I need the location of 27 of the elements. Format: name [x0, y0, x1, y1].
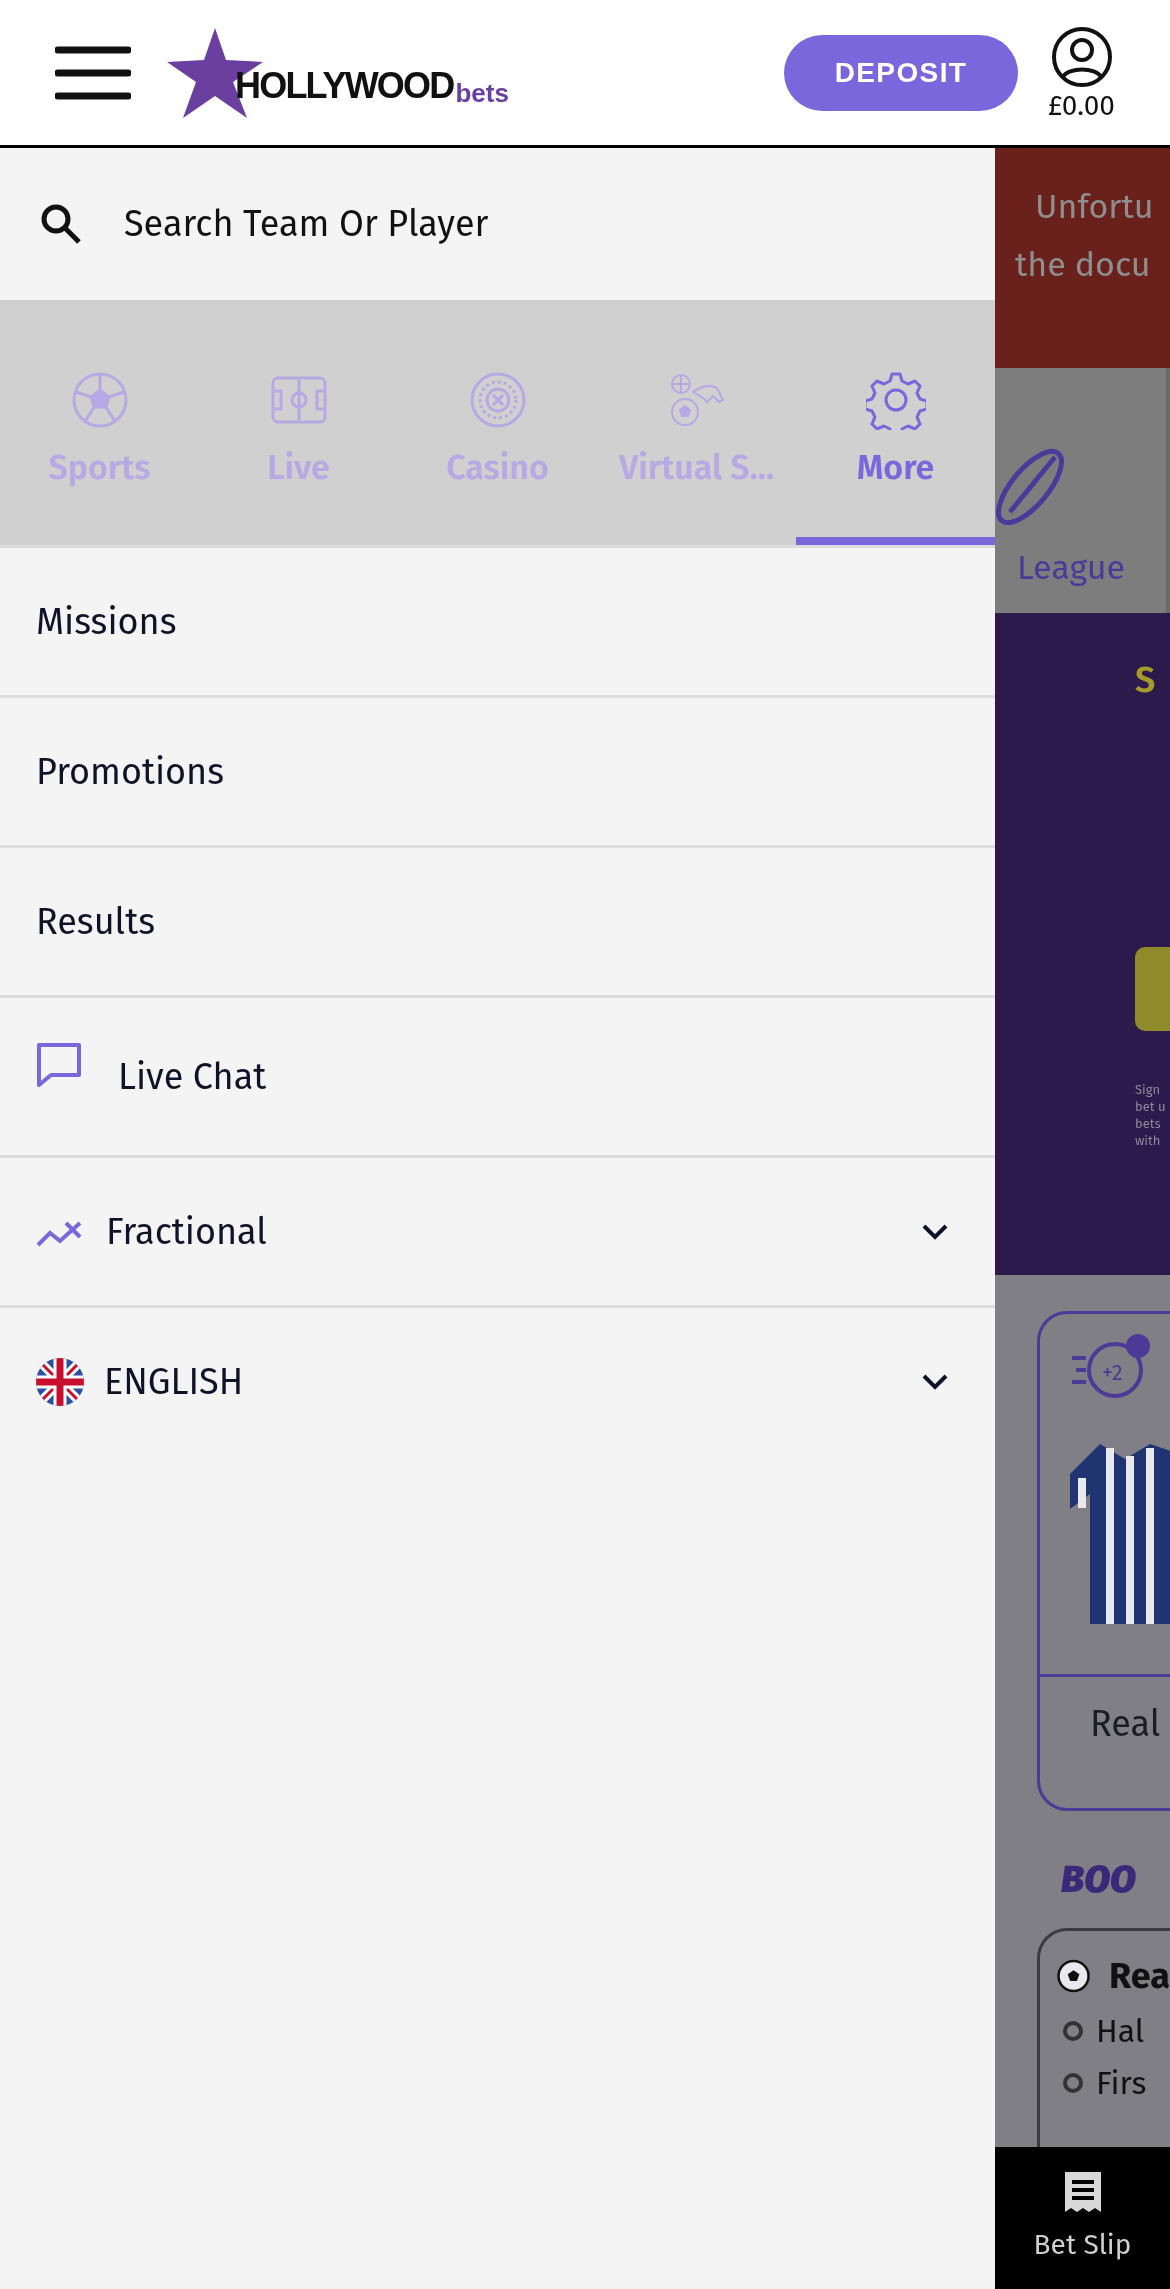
search-field[interactable]: Search Team Or Player: [124, 197, 955, 251]
fine-print: bet u: [1135, 1098, 1167, 1115]
boost-count: +2: [1102, 1358, 1123, 1388]
chat-icon: [36, 1041, 82, 1088]
user-account-icon[interactable]: [1050, 25, 1113, 88]
match-team: Rea: [1109, 1953, 1170, 2000]
search-icon: [40, 203, 82, 245]
promo-kicker: S: [1135, 657, 1157, 704]
market-label: Firs: [1096, 2063, 1147, 2104]
league-label: League: [1017, 546, 1127, 590]
banner-text: Unfortu: [1035, 185, 1155, 229]
boost-heading: BOO: [1061, 1855, 1136, 1904]
timeline-dot-icon: [1062, 2072, 1084, 2094]
fine-print: bets: [1135, 1115, 1162, 1132]
balance-text: £0.00: [1048, 91, 1115, 120]
bet-slip-button[interactable]: Bet Slip: [995, 2147, 1170, 2289]
menu-item[interactable]: ENGLISH: [0, 1305, 995, 1455]
fine-print: Sign: [1135, 1081, 1162, 1098]
banner-text: the docu: [1015, 243, 1152, 287]
fine-print: with: [1135, 1132, 1162, 1149]
uk-flag-icon: [36, 1357, 84, 1406]
timeline-dot-icon: [1062, 2020, 1084, 2042]
market-label: Hal: [1096, 2011, 1145, 2052]
team-name: Real: [1090, 1702, 1161, 1746]
menu-icon[interactable]: [55, 45, 131, 100]
settings-icon: [865, 370, 926, 430]
deposit-button[interactable]: DEPOSIT: [784, 34, 1018, 111]
